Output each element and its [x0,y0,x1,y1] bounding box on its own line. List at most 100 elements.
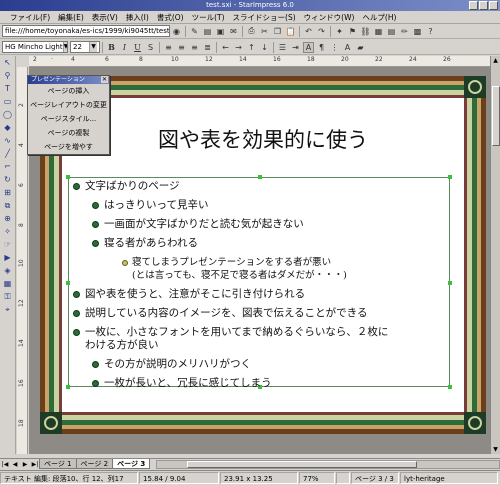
resize-handle[interactable] [66,281,70,285]
italic-button[interactable]: I [119,42,130,53]
bullets-icon[interactable]: ☰ [277,42,288,53]
change-layout-item[interactable]: ページレイアウトの変更 [28,98,109,112]
lock-icon[interactable]: ⚿ [2,292,13,302]
align-left-icon[interactable]: ≡ [163,42,174,53]
menu-tools[interactable]: ツール(T) [188,12,229,23]
align-center-icon[interactable]: ≡ [176,42,187,53]
stylist-icon[interactable]: ⚑ [347,26,358,37]
arrow-right-icon[interactable]: → [233,42,244,53]
character-icon[interactable]: A [303,41,314,53]
arrow-up-icon[interactable]: ↑ [246,42,257,53]
hyperlink-icon[interactable]: ⛓ [360,26,371,37]
menu-format[interactable]: 書式(O) [153,12,188,23]
open-icon[interactable]: ▤ [202,26,213,37]
menu-slideshow[interactable]: スライドショー(S) [229,12,300,23]
effects-icon[interactable]: ✧ [2,227,13,237]
align-right-icon[interactable]: ≡ [189,42,200,53]
chart-icon[interactable]: ▦ [373,26,384,37]
horizontal-scrollbar[interactable] [156,459,500,469]
vertical-scrollbar[interactable]: ▲ ▼ [490,56,500,454]
arrange-icon[interactable]: ⧉ [2,201,13,211]
tab-page-1[interactable]: ページ 1 [39,459,77,469]
scroll-thumb[interactable] [492,86,500,146]
font-color-icon[interactable]: A [342,42,353,53]
zoom-icon[interactable]: ⚲ [2,71,13,81]
shadow-icon[interactable]: S [145,42,156,53]
navigator-icon[interactable]: ✦ [334,26,345,37]
help-icon[interactable]: ? [425,26,436,37]
panel-titlebar[interactable]: プレゼンテーション ✕ [28,76,109,84]
select-arrow-icon[interactable]: ↖ [2,58,13,68]
print-icon[interactable]: ⎙ [246,26,257,37]
scroll-thumb[interactable] [187,460,418,468]
tab-page-3[interactable]: ページ 3 [112,459,151,469]
stop-load-icon[interactable]: ◉ [171,26,182,37]
insert-icon[interactable]: ⊕ [2,214,13,224]
close-icon[interactable]: ✕ [101,76,108,83]
gallery-icon[interactable]: ▩ [412,26,423,37]
mail-icon[interactable]: ✉ [228,26,239,37]
rotate-icon[interactable]: ↻ [2,175,13,185]
line-icon[interactable]: ╱ [2,149,13,159]
text-tool-icon[interactable]: T [2,84,13,94]
arrow-down-icon[interactable]: ↓ [259,42,270,53]
status-zoom[interactable]: 77% [299,472,335,484]
bold-button[interactable]: B [106,42,117,53]
resize-handle[interactable] [258,175,262,179]
paragraph-icon[interactable]: ¶ [316,42,327,53]
ellipse-icon[interactable]: ◯ [2,110,13,120]
resize-handle[interactable] [66,385,70,389]
3d-object-icon[interactable]: ◆ [2,123,13,133]
gallery-icon[interactable]: ▦ [2,279,13,289]
interaction-icon[interactable]: ☞ [2,240,13,250]
slide-title[interactable]: 図や表を効果的に使う [62,124,464,154]
tab-page-2[interactable]: ページ 2 [75,459,114,469]
glue-icon[interactable]: ⌖ [2,305,13,315]
resize-handle[interactable] [66,175,70,179]
numbering-icon[interactable]: ⋮ [329,42,340,53]
slideshow-icon[interactable]: ▶ [2,253,13,263]
url-field[interactable]: file:///home/toyonaka/es-ics/1999/ki9045… [2,25,170,37]
copy-icon[interactable]: ❐ [272,26,283,37]
font-size-select[interactable]: 22 ▼ [70,41,100,53]
menu-file[interactable]: ファイル(F) [6,12,54,23]
cut-icon[interactable]: ✂ [259,26,270,37]
undo-icon[interactable]: ↶ [303,26,314,37]
chevron-down-icon[interactable]: ▼ [89,42,97,52]
font-name-select[interactable]: HG Mincho Light ▼ [2,41,68,53]
menu-window[interactable]: ウィンドウ(W) [300,12,359,23]
edit-file-icon[interactable]: ✎ [189,26,200,37]
justify-icon[interactable]: ≣ [202,42,213,53]
rectangle-icon[interactable]: ▭ [2,97,13,107]
connector-icon[interactable]: ⌐ [2,162,13,172]
duplicate-page-item[interactable]: ページの複製 [28,126,109,140]
close-button[interactable] [489,1,498,10]
menu-insert[interactable]: 挿入(I) [122,12,153,23]
menu-view[interactable]: 表示(V) [88,12,122,23]
align-icon[interactable]: ⊞ [2,188,13,198]
page-style-item[interactable]: ページスタイル... [28,112,109,126]
scroll-down-icon[interactable]: ▼ [491,445,500,454]
arrow-left-icon[interactable]: ← [220,42,231,53]
3d-effects-icon[interactable]: ◈ [2,266,13,276]
highlight-icon[interactable]: ▰ [355,42,366,53]
insert-page-item[interactable]: ページの挿入 [28,84,109,98]
table-icon[interactable]: ▤ [386,26,397,37]
redo-icon[interactable]: ↷ [316,26,327,37]
resize-handle[interactable] [448,175,452,179]
minimize-button[interactable] [469,1,478,10]
first-page-icon[interactable]: |◀ [0,460,10,469]
underline-button[interactable]: U [132,42,143,53]
curve-icon[interactable]: ∿ [2,136,13,146]
indent-icon[interactable]: ⇥ [290,42,301,53]
scroll-up-icon[interactable]: ▲ [491,56,500,65]
menu-help[interactable]: ヘルプ(H) [358,12,400,23]
bullet-list[interactable]: 文字ばかりのページ はっきりいって見辛い 一画面が文字ばかりだと読む気が起きない… [73,180,453,396]
chevron-down-icon[interactable]: ▼ [62,42,67,52]
draw-icon[interactable]: ✏ [399,26,410,37]
save-icon[interactable]: ▣ [215,26,226,37]
maximize-button[interactable] [479,1,488,10]
prev-page-icon[interactable]: ◀ [10,460,20,469]
menu-edit[interactable]: 編集(E) [54,12,88,23]
expand-page-item[interactable]: ページを増やす [28,140,109,154]
